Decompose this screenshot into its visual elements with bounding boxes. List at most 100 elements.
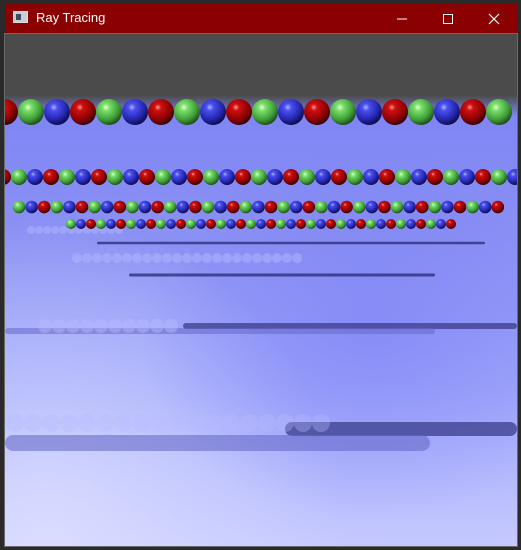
red-sphere [37,200,51,214]
blue-sphere [411,169,427,185]
shadow-band [129,273,435,277]
sphere-reflection [136,319,150,333]
green-sphere [306,219,316,229]
blue-sphere [256,219,266,229]
sphere-reflection [38,319,52,333]
render-viewport[interactable] [5,34,517,546]
blue-sphere [136,219,146,229]
maximize-button[interactable] [425,3,471,34]
green-sphere [96,99,122,125]
sphere-reflection [262,253,272,263]
sphere-reflection [132,253,142,263]
red-sphere [446,219,456,229]
red-sphere [113,200,127,214]
blue-sphere [406,219,416,229]
red-sphere [236,219,246,229]
blue-sphere [75,169,91,185]
red-sphere [5,99,18,125]
green-sphere [156,219,166,229]
blue-sphere [44,99,70,125]
blue-sphere [316,219,326,229]
sphere-reflection [222,253,232,263]
blue-sphere [122,99,148,125]
sphere-reflection [122,253,132,263]
green-sphere [426,219,436,229]
sphere-reflection [42,414,60,432]
sphere-reflection [27,226,35,234]
red-sphere [70,99,96,125]
red-sphere [378,200,391,214]
blue-sphere [171,169,187,185]
red-sphere [176,219,186,229]
red-sphere [266,219,276,229]
blue-sphere [327,200,341,214]
red-sphere [151,200,164,214]
green-sphere [277,200,290,214]
title-bar[interactable]: Ray Tracing [5,3,517,34]
blue-sphere [267,169,283,185]
red-sphere [386,219,396,229]
maximize-icon [443,13,453,24]
application-icon[interactable] [13,11,28,23]
green-sphere [443,169,459,185]
sphere-reflection [132,414,150,432]
red-sphere [5,169,11,185]
sphere-reflection [186,414,204,432]
green-sphere [428,200,442,214]
red-sphere [148,99,174,125]
blue-sphere [315,169,331,185]
sphere-reflection [232,253,242,263]
red-sphere [206,219,216,229]
red-sphere [189,200,202,214]
red-sphere [460,99,486,125]
red-sphere [146,219,156,229]
sphere-reflection [114,414,132,432]
green-sphere [11,169,27,185]
green-sphere [336,219,346,229]
green-sphere [12,200,26,214]
red-sphere [331,169,347,185]
sphere-reflection [272,253,282,263]
green-sphere [315,200,328,214]
green-sphere [18,99,44,125]
red-sphere [475,169,491,185]
sphere-reflection [150,319,164,333]
red-sphere [116,219,126,229]
sphere-reflection [60,414,78,432]
sphere-reflection [82,253,92,263]
blue-sphere [123,169,139,185]
green-sphere [486,99,512,125]
green-sphere [252,99,278,125]
blue-sphere [507,169,517,185]
blue-sphere [219,169,235,185]
sphere-reflection [312,414,330,432]
green-sphere [491,169,507,185]
blue-sphere [176,200,190,214]
green-sphere [88,200,101,214]
green-sphere [276,219,286,229]
sphere-reflection [242,253,252,263]
red-sphere [379,169,395,185]
green-sphere [155,169,171,185]
sphere-reflection [292,253,302,263]
blue-sphere [346,219,356,229]
blue-sphere [356,99,382,125]
minimize-button[interactable] [379,3,425,34]
sphere-reflection [258,414,276,432]
red-sphere [235,169,251,185]
blue-sphere [214,200,227,214]
blue-sphere [478,200,492,214]
sphere-reflection [142,253,152,263]
blue-sphere [27,169,43,185]
close-button[interactable] [471,3,517,34]
red-sphere [43,169,59,185]
red-sphere [340,200,353,214]
green-sphere [201,200,215,214]
blue-sphere [459,169,475,185]
sphere-reflection [172,253,182,263]
blue-sphere [376,219,386,229]
sphere-reflection [212,253,222,263]
sphere-reflection [78,414,96,432]
green-sphere [396,219,406,229]
sphere-reflection [80,319,94,333]
